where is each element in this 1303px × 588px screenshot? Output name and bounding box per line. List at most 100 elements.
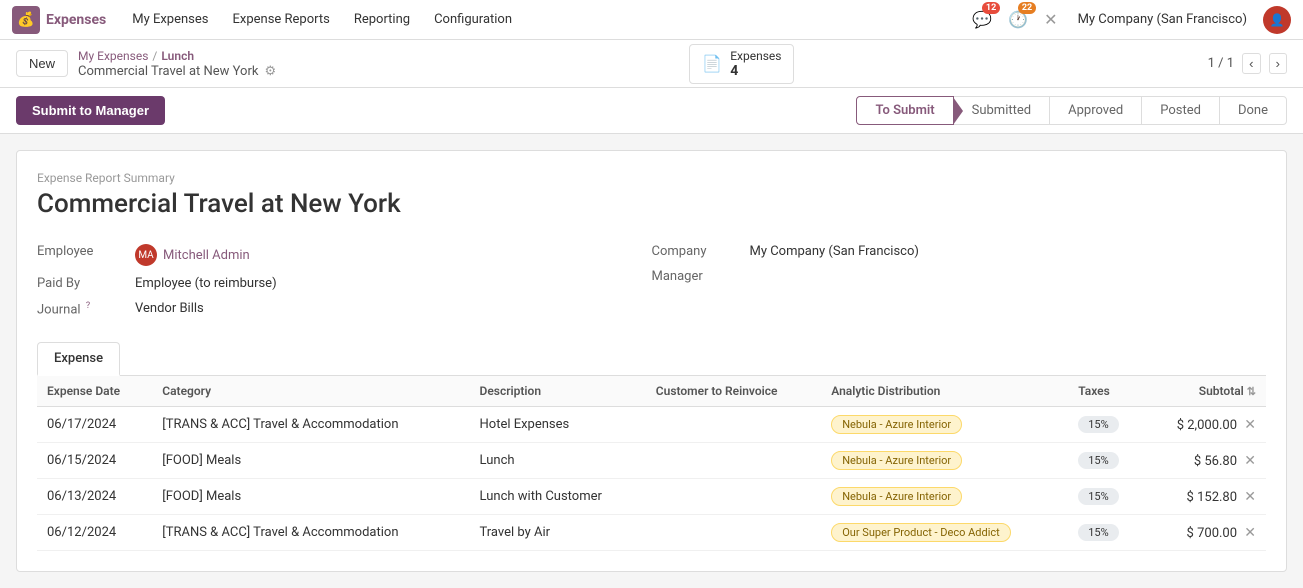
cell-description: Lunch <box>470 443 646 479</box>
cell-date: 06/17/2024 <box>37 407 152 443</box>
status-submitted[interactable]: Submitted <box>953 96 1050 125</box>
nav-expense-reports[interactable]: Expense Reports <box>222 8 339 31</box>
nav-my-expenses[interactable]: My Expenses <box>122 8 218 31</box>
manager-field: Manager <box>652 264 1267 289</box>
close-btn[interactable]: ✕ <box>1040 6 1061 33</box>
breadcrumb-center: 📄 Expenses 4 <box>689 44 794 84</box>
tax-badge: 15% <box>1078 416 1118 433</box>
cell-subtotal: $ 152.80 ✕ <box>1143 479 1266 515</box>
doc-label: Expenses <box>730 49 781 63</box>
avatar-initials: 👤 <box>1270 13 1285 27</box>
user-avatar[interactable]: 👤 <box>1263 6 1291 34</box>
col-expense-date: Expense Date <box>37 376 152 407</box>
sort-icon[interactable]: ⇅ <box>1247 385 1256 398</box>
col-customer: Customer to Reinvoice <box>646 376 821 407</box>
tax-badge: 15% <box>1078 452 1118 469</box>
table-row[interactable]: 06/15/2024 [FOOD] Meals Lunch Nebula - A… <box>37 443 1266 479</box>
activity-notification-btn[interactable]: 🕐 22 <box>1004 6 1032 33</box>
new-button[interactable]: New <box>16 50 68 77</box>
next-button[interactable]: › <box>1269 53 1287 74</box>
cell-taxes: 15% <box>1068 443 1143 479</box>
cell-analytic: Nebula - Azure Interior <box>821 407 1068 443</box>
status-to-submit[interactable]: To Submit <box>856 96 953 125</box>
employee-label: Employee <box>37 244 127 259</box>
report-title: Commercial Travel at New York <box>37 189 1266 219</box>
cell-analytic: Our Super Product - Deco Addict <box>821 515 1068 551</box>
chat-badge: 12 <box>982 2 1000 14</box>
submit-to-manager-button[interactable]: Submit to Manager <box>16 96 165 125</box>
breadcrumb-bar: New My Expenses / Lunch Commercial Trave… <box>0 40 1303 88</box>
employee-value: MA Mitchell Admin <box>135 244 250 266</box>
cell-taxes: 15% <box>1068 479 1143 515</box>
settings-icon[interactable]: ⚙ <box>264 64 276 79</box>
cell-customer <box>646 407 821 443</box>
delete-row-icon[interactable]: ✕ <box>1244 417 1256 433</box>
fields-right: Company My Company (San Francisco) Manag… <box>652 239 1267 322</box>
cell-taxes: 15% <box>1068 407 1143 443</box>
cell-taxes: 15% <box>1068 515 1143 551</box>
analytic-badge: Nebula - Azure Interior <box>831 451 962 470</box>
status-done[interactable]: Done <box>1219 96 1287 125</box>
journal-tooltip-icon[interactable]: ? <box>86 301 90 311</box>
employee-name[interactable]: Mitchell Admin <box>163 248 250 263</box>
paid-by-label: Paid By <box>37 276 127 291</box>
tab-expense[interactable]: Expense <box>37 342 120 376</box>
cell-customer <box>646 515 821 551</box>
cell-category: [FOOD] Meals <box>152 479 469 515</box>
cell-customer <box>646 479 821 515</box>
page-subtitle: Commercial Travel at New York <box>78 64 258 79</box>
col-taxes: Taxes <box>1068 376 1143 407</box>
nav-configuration[interactable]: Configuration <box>424 8 522 31</box>
col-description: Description <box>470 376 646 407</box>
action-bar: Submit to Manager To Submit Submitted Ap… <box>0 88 1303 134</box>
journal-value: Vendor Bills <box>135 301 204 316</box>
col-analytic: Analytic Distribution <box>821 376 1068 407</box>
cell-subtotal: $ 2,000.00 ✕ <box>1143 407 1266 443</box>
table-row[interactable]: 06/12/2024 [TRANS & ACC] Travel & Accomm… <box>37 515 1266 551</box>
cell-description: Hotel Expenses <box>470 407 646 443</box>
nav-menu: My Expenses Expense Reports Reporting Co… <box>122 8 968 31</box>
company-selector[interactable]: My Company (San Francisco) <box>1070 8 1255 31</box>
company-label: Company <box>652 244 742 259</box>
table-row[interactable]: 06/13/2024 [FOOD] Meals Lunch with Custo… <box>37 479 1266 515</box>
doc-count: 4 <box>730 63 781 79</box>
cell-date: 06/12/2024 <box>37 515 152 551</box>
cell-subtotal: $ 700.00 ✕ <box>1143 515 1266 551</box>
table-row[interactable]: 06/17/2024 [TRANS & ACC] Travel & Accomm… <box>37 407 1266 443</box>
breadcrumb-separator: / <box>152 49 157 63</box>
delete-row-icon[interactable]: ✕ <box>1244 453 1256 469</box>
paid-by-value: Employee (to reimburse) <box>135 276 277 291</box>
analytic-badge: Our Super Product - Deco Addict <box>831 523 1011 542</box>
nav-reporting[interactable]: Reporting <box>344 8 420 31</box>
navbar-right: 💬 12 🕐 22 ✕ My Company (San Francisco) 👤 <box>968 6 1291 34</box>
col-subtotal: Subtotal ⇅ <box>1143 376 1266 407</box>
cell-customer <box>646 443 821 479</box>
journal-field: Journal ? Vendor Bills <box>37 296 652 322</box>
employee-field: Employee MA Mitchell Admin <box>37 239 652 271</box>
prev-button[interactable]: ‹ <box>1242 53 1260 74</box>
cell-description: Lunch with Customer <box>470 479 646 515</box>
report-card: Expense Report Summary Commercial Travel… <box>16 150 1287 572</box>
main-content: Expense Report Summary Commercial Travel… <box>0 134 1303 588</box>
brand[interactable]: 💰 Expenses <box>12 6 106 34</box>
employee-avatar: MA <box>135 244 157 266</box>
cell-category: [TRANS & ACC] Travel & Accommodation <box>152 407 469 443</box>
status-approved[interactable]: Approved <box>1049 96 1142 125</box>
status-posted[interactable]: Posted <box>1141 96 1220 125</box>
company-field: Company My Company (San Francisco) <box>652 239 1267 264</box>
chat-notification-btn[interactable]: 💬 12 <box>968 6 996 33</box>
tax-badge: 15% <box>1078 488 1118 505</box>
tax-badge: 15% <box>1078 524 1118 541</box>
breadcrumb-parent-link[interactable]: My Expenses <box>78 49 148 63</box>
brand-name: Expenses <box>46 12 106 28</box>
report-fields: Employee MA Mitchell Admin Paid By Emplo… <box>37 239 1266 322</box>
breadcrumb-top: My Expenses / Lunch <box>78 49 276 63</box>
paid-by-field: Paid By Employee (to reimburse) <box>37 271 652 296</box>
expenses-document-button[interactable]: 📄 Expenses 4 <box>689 44 794 84</box>
table-header-row: Expense Date Category Description Custom… <box>37 376 1266 407</box>
cell-subtotal: $ 56.80 ✕ <box>1143 443 1266 479</box>
manager-label: Manager <box>652 269 742 284</box>
delete-row-icon[interactable]: ✕ <box>1244 525 1256 541</box>
delete-row-icon[interactable]: ✕ <box>1244 489 1256 505</box>
cell-analytic: Nebula - Azure Interior <box>821 479 1068 515</box>
